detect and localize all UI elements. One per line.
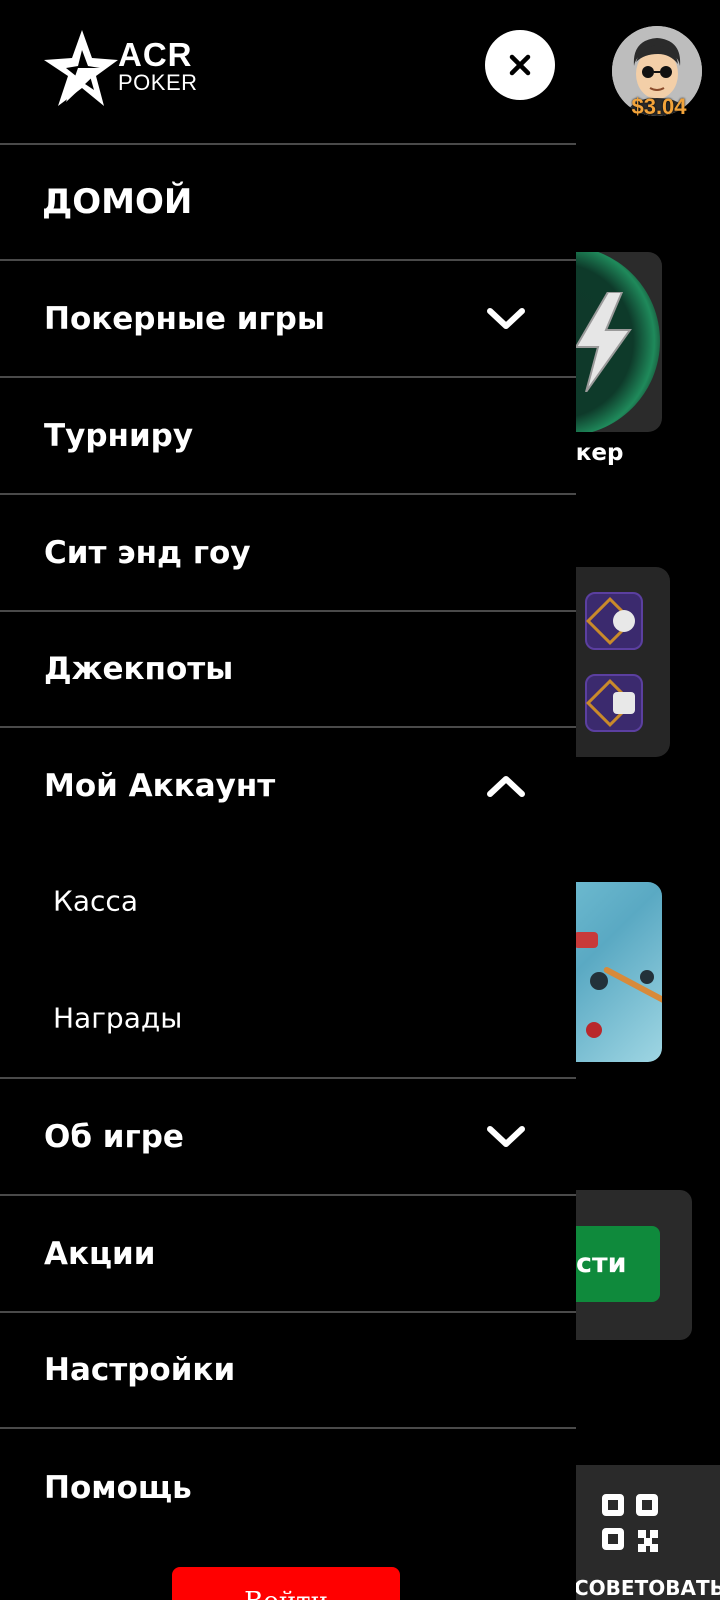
menu-label: Турниру bbox=[44, 417, 194, 454]
chevron-down-icon[interactable] bbox=[486, 307, 526, 331]
menu-label: Джекпоты bbox=[44, 651, 234, 687]
share-label[interactable]: СОВЕТОВАТЬ bbox=[574, 1576, 720, 1600]
menu-item-help[interactable]: Помощь bbox=[0, 1427, 576, 1547]
menu-label: ДОМОЙ bbox=[42, 182, 193, 222]
nav-drawer: ДОМОЙ Покерные игры Турниру Сит энд гоу … bbox=[0, 143, 576, 1600]
menu-label: Мой Аккаунт bbox=[44, 767, 276, 804]
menu-item-tournaments[interactable]: Турниру bbox=[0, 376, 576, 493]
menu-label: Помощь bbox=[44, 1470, 192, 1506]
chevron-up-icon[interactable] bbox=[486, 774, 526, 798]
menu-item-home[interactable]: ДОМОЙ bbox=[0, 143, 576, 259]
acr-poker-logo[interactable]: ACR POKER bbox=[42, 28, 202, 108]
logo-text-poker: POKER bbox=[118, 70, 198, 95]
chevron-down-icon[interactable] bbox=[486, 1125, 526, 1149]
menu-item-promotions[interactable]: Акции bbox=[0, 1194, 576, 1311]
menu-item-settings[interactable]: Настройки bbox=[0, 1311, 576, 1427]
star-logo-icon bbox=[44, 30, 118, 106]
menu-label: Об игре bbox=[44, 1118, 184, 1155]
menu-label: Сит энд гоу bbox=[44, 534, 251, 571]
menu-label: Акции bbox=[44, 1235, 156, 1272]
menu-label: Настройки bbox=[44, 1352, 236, 1388]
menu-item-sit-and-go[interactable]: Сит энд гоу bbox=[0, 493, 576, 610]
balance-amount: $3.04 bbox=[631, 94, 687, 119]
menu-item-poker-games[interactable]: Покерные игры bbox=[0, 259, 576, 376]
badge-lock-icon[interactable] bbox=[585, 674, 643, 732]
lightning-icon bbox=[574, 292, 632, 392]
submenu-item-rewards[interactable]: Награды bbox=[0, 960, 576, 1076]
submenu-label: Награды bbox=[53, 1001, 183, 1035]
close-menu-button[interactable] bbox=[485, 30, 555, 100]
menu-label: Покерные игры bbox=[44, 300, 325, 337]
close-icon bbox=[509, 54, 531, 76]
submenu-item-cashier[interactable]: Касса bbox=[0, 843, 576, 959]
menu-item-my-account[interactable]: Мой Аккаунт bbox=[0, 726, 576, 843]
logo-text-acr: ACR bbox=[118, 36, 193, 73]
menu-item-about-game[interactable]: Об игре bbox=[0, 1077, 576, 1194]
badge-camera-icon[interactable] bbox=[585, 592, 643, 650]
login-button[interactable]: Войти bbox=[172, 1567, 400, 1600]
qr-code-icon[interactable] bbox=[602, 1494, 658, 1552]
submenu-label: Касса bbox=[53, 884, 138, 918]
menu-item-jackpots[interactable]: Джекпоты bbox=[0, 610, 576, 726]
